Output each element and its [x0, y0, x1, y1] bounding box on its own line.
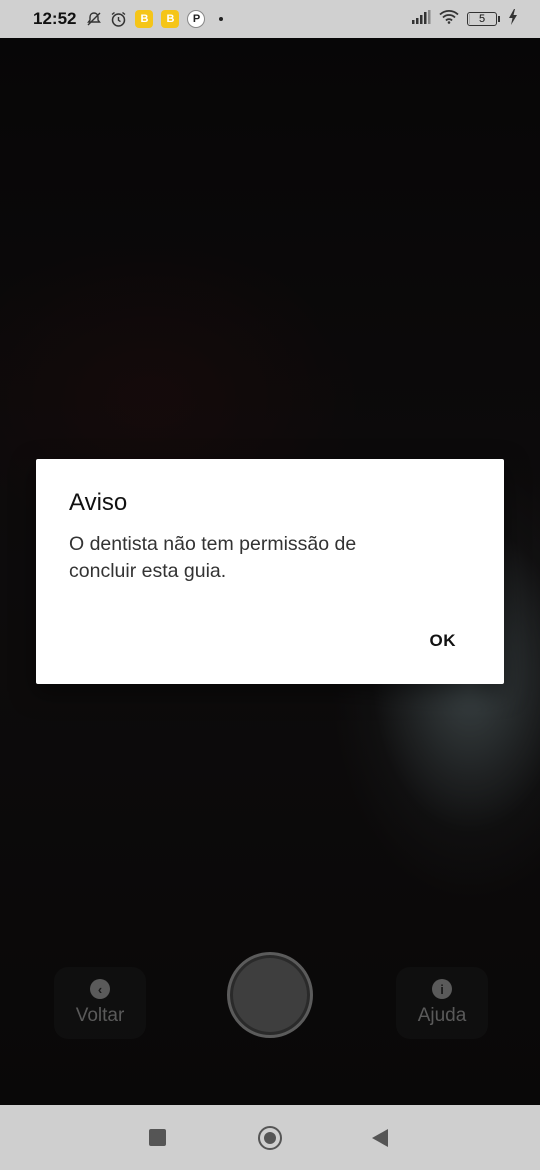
recents-icon[interactable]	[149, 1129, 166, 1146]
status-right: 5	[411, 8, 518, 30]
charging-icon	[508, 8, 518, 30]
status-bar: 12:52 B B P 5	[0, 0, 540, 38]
dot-icon	[219, 17, 224, 21]
notification-app-icon: B	[135, 10, 154, 28]
signal-icon	[411, 9, 431, 29]
status-time: 12:52	[33, 9, 77, 28]
alarm-icon	[110, 11, 127, 28]
bell-off-icon	[86, 11, 102, 27]
shutter-button[interactable]	[227, 952, 313, 1038]
battery-level: 5	[478, 13, 486, 25]
back-button[interactable]: ‹ Voltar	[54, 967, 146, 1039]
home-icon[interactable]	[258, 1126, 282, 1150]
help-button[interactable]: i Ajuda	[396, 967, 488, 1039]
ok-button[interactable]: OK	[422, 629, 465, 653]
dialog-title: Aviso	[69, 489, 128, 516]
dialog-message: O dentista não tem permissão de concluir…	[69, 533, 357, 582]
back-label: Voltar	[75, 1005, 125, 1026]
wifi-icon	[439, 9, 459, 29]
help-label: Ajuda	[417, 1005, 467, 1026]
battery-icon: 5	[467, 12, 500, 26]
notification-app-icon: B	[161, 10, 180, 28]
alert-dialog: Aviso O dentista não tem permissão de co…	[36, 459, 504, 684]
back-icon[interactable]	[372, 1129, 388, 1147]
info-icon: i	[432, 979, 452, 999]
p-icon: P	[187, 10, 206, 28]
chevron-left-icon: ‹	[90, 979, 110, 999]
navigation-bar	[0, 1105, 540, 1170]
